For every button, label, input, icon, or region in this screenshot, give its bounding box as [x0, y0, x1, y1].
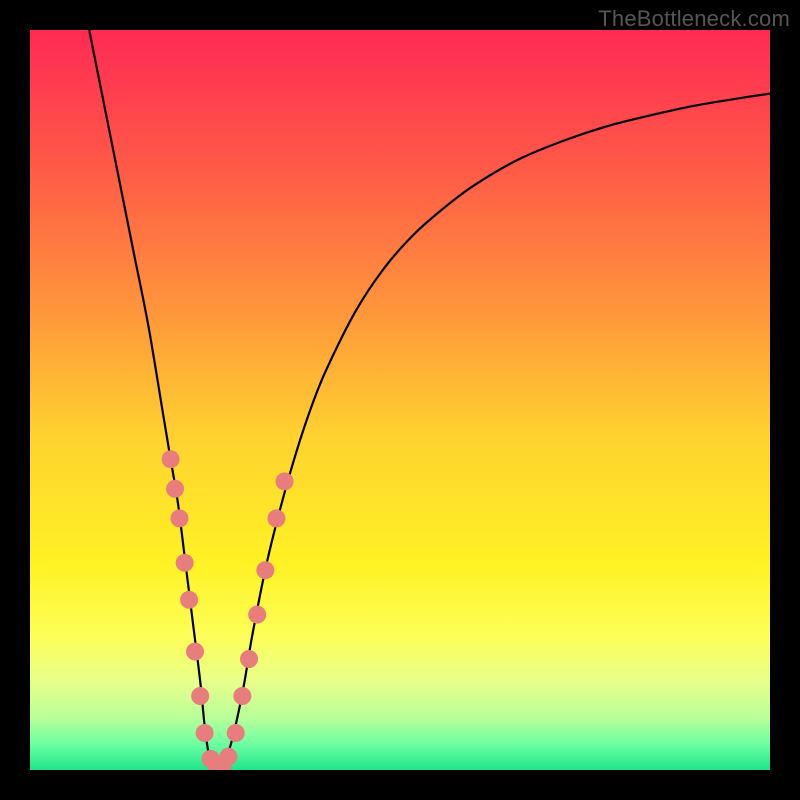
marker-dot [166, 480, 184, 498]
marker-dot [180, 591, 198, 609]
marker-dot [256, 561, 274, 579]
plot-area [30, 30, 770, 770]
marker-dot [233, 687, 251, 705]
chart-svg [30, 30, 770, 770]
gradient-background [30, 30, 770, 770]
marker-dot [196, 724, 214, 742]
marker-dot [176, 554, 194, 572]
marker-dot [162, 450, 180, 468]
marker-dot [170, 509, 188, 527]
marker-dot [267, 509, 285, 527]
marker-dot [240, 650, 258, 668]
marker-dot [248, 606, 266, 624]
marker-dot [186, 643, 204, 661]
chart-frame: TheBottleneck.com [0, 0, 800, 800]
marker-dot [227, 724, 245, 742]
marker-dot [276, 472, 294, 490]
marker-dot [191, 687, 209, 705]
marker-dot [219, 748, 237, 766]
watermark-text: TheBottleneck.com [598, 6, 790, 32]
